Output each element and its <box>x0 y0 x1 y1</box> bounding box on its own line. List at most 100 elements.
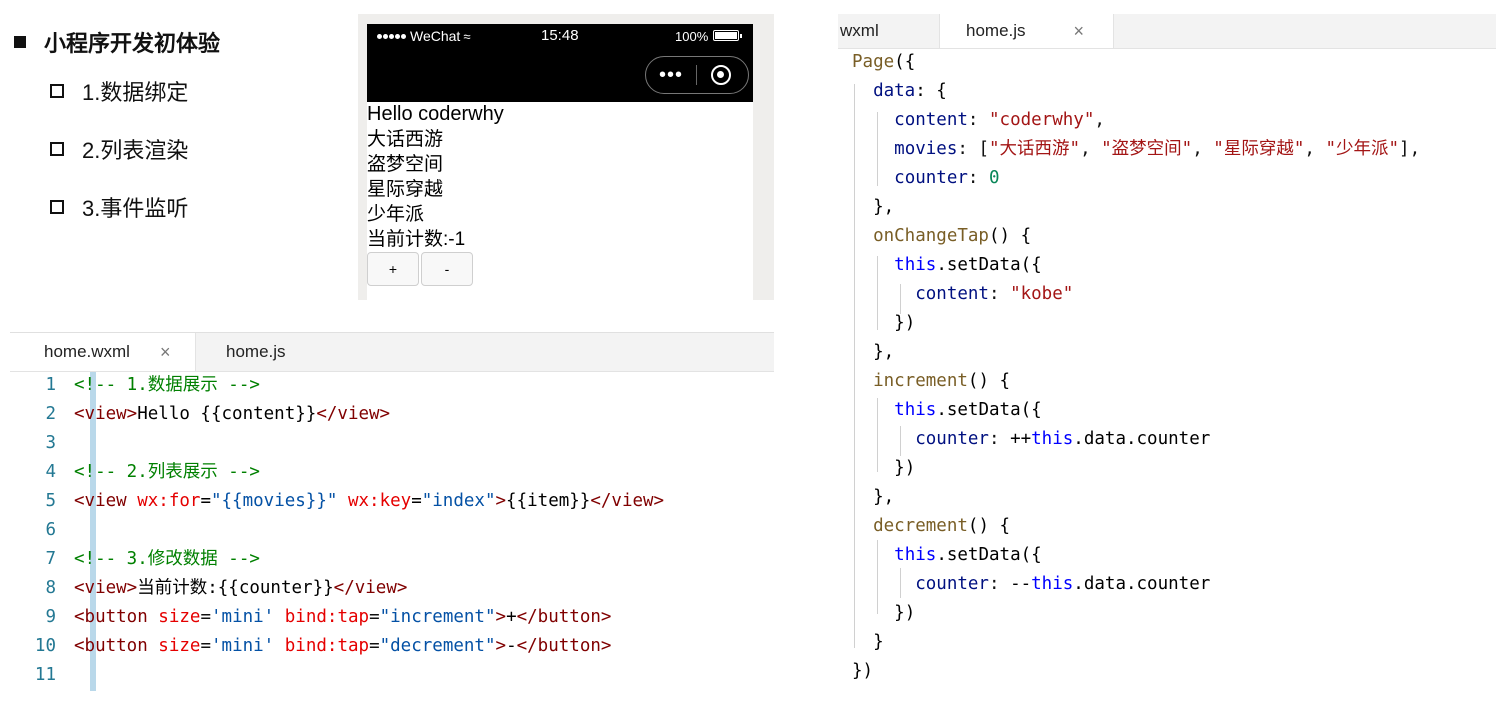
movie-item: 星际穿越 <box>367 179 444 200</box>
code-punct: } <box>873 632 884 652</box>
code-punct: () { <box>967 516 1011 536</box>
code-punct: () { <box>988 226 1032 246</box>
code-key: content <box>894 110 968 130</box>
outline-item-label: 1.数据绑定 <box>82 80 189 105</box>
code-line: counter: ++this.data.counter <box>915 429 1211 449</box>
signal-dot-icon <box>383 33 388 39</box>
code-punct: = <box>411 491 422 511</box>
code-comment: <!-- 1.数据展示 --> <box>74 375 260 395</box>
code-attr: bind:tap <box>284 607 370 627</box>
hollow-square-bullet-icon <box>50 200 64 214</box>
code-line: 5 <view wx:for="{{movies}}" wx:key="index… <box>20 487 664 516</box>
js-code[interactable]: Page({ data: { content: "coderwhy", movi… <box>852 48 1420 686</box>
code-tag: <button <box>74 607 159 627</box>
code-line: 3 <box>20 429 664 458</box>
code-line: }) <box>852 309 1420 338</box>
code-comment: <!-- 2.列表展示 --> <box>74 462 260 482</box>
tab-home-js[interactable]: home.js <box>196 333 316 371</box>
code-attr: bind:tap <box>284 636 370 656</box>
code-punct: = <box>200 491 211 511</box>
code-line: 8 <view>当前计数:{{counter}}</view> <box>20 574 664 603</box>
code-comment: <!-- 3.修改数据 --> <box>74 549 260 569</box>
tab-home-js[interactable]: home.js × <box>940 14 1114 48</box>
code-operator: ++ <box>1010 429 1032 449</box>
code-tag: <view> <box>74 578 138 598</box>
code-text: {{item}} <box>506 491 591 511</box>
code-line: content: "coderwhy", <box>894 110 1105 130</box>
code-tag: <button <box>74 636 159 656</box>
close-icon[interactable]: × <box>160 342 171 363</box>
outline-title-text: 小程序开发初体验 <box>44 31 221 56</box>
line-number: 4 <box>45 462 56 482</box>
code-keyword: this <box>1031 574 1074 594</box>
code-punct: }, <box>873 342 895 362</box>
code-key: counter <box>915 429 989 449</box>
code-tag: <view <box>74 491 138 511</box>
code-tag: </view> <box>333 578 408 598</box>
tab-label: home.js <box>966 21 1026 40</box>
movie-item: 盗梦空间 <box>367 154 444 175</box>
code-keyword: this <box>894 255 937 275</box>
code-string: "index" <box>421 491 496 511</box>
code-keyword: this <box>894 545 937 565</box>
decrement-button[interactable]: - <box>421 252 473 286</box>
line-number: 5 <box>45 491 56 511</box>
tab-home-wxml[interactable]: wxml <box>838 14 940 48</box>
code-line: 6 <box>20 516 664 545</box>
code-function: increment <box>873 371 968 391</box>
signal-dot-icon <box>395 33 400 39</box>
outline-item-label: 3.事件监听 <box>82 196 189 221</box>
code-keyword: this <box>894 400 937 420</box>
code-line: Page({ <box>852 48 1420 77</box>
editor-tab-bar: home.wxml × home.js <box>10 333 774 372</box>
code-punct: }) <box>852 661 874 681</box>
code-text: + <box>506 607 517 627</box>
outline-item: 1.数据绑定 <box>10 62 340 120</box>
code-key: content <box>915 284 989 304</box>
slide-outline: 小程序开发初体验 1.数据绑定 2.列表渲染 3.事件监听 <box>10 22 340 236</box>
counter-text: 当前计数:-1 <box>367 229 466 250</box>
code-line: data: { <box>852 77 1420 106</box>
code-line: }) <box>852 657 1420 686</box>
close-miniprogram-icon[interactable] <box>711 65 731 85</box>
code-line: increment() { <box>852 367 1420 396</box>
tab-label: home.js <box>226 342 286 361</box>
code-punct: }, <box>873 197 895 217</box>
code-line: counter: 0 <box>894 168 1000 188</box>
line-number: 2 <box>45 404 56 424</box>
code-punct: }) <box>894 458 916 478</box>
more-icon[interactable]: ••• <box>646 65 696 85</box>
code-line: 9 <button size='mini' bind:tap="increment… <box>20 603 664 632</box>
code-line: movies: ["大话西游", "盗梦空间", "星际穿越", "少年派"], <box>894 139 1421 159</box>
close-icon[interactable]: × <box>1074 21 1085 42</box>
wxml-editor: home.wxml × home.js 1 <!-- 1.数据展示 --> 2 <v… <box>10 332 774 691</box>
movie-item: 大话西游 <box>367 129 444 150</box>
code-string: "盗梦空间" <box>1101 139 1193 159</box>
code-tag: </button> <box>516 636 612 656</box>
editor-tab-bar: wxml home.js × <box>838 14 1496 49</box>
code-line: 1 <!-- 1.数据展示 --> <box>20 371 664 400</box>
code-call: .setData({ <box>936 545 1042 565</box>
code-line: onChangeTap() { <box>852 222 1420 251</box>
code-tag: > <box>495 491 507 511</box>
code-keyword: this <box>1031 429 1074 449</box>
wifi-icon: ≈ <box>463 28 471 44</box>
code-line: 11 <box>20 661 664 690</box>
tab-home-wxml[interactable]: home.wxml × <box>10 333 196 371</box>
code-punct: }) <box>894 313 916 333</box>
wxml-code[interactable]: 1 <!-- 1.数据展示 --> 2 <view>Hello {{content}… <box>20 371 664 690</box>
code-key: movies <box>894 139 958 159</box>
code-punct: }) <box>894 603 916 623</box>
code-tag: </view> <box>590 491 665 511</box>
signal-dot-icon <box>389 33 394 39</box>
simulator-frame: WeChat ≈ 15:48 100% ••• Hello coderwhy 大… <box>358 14 774 300</box>
code-string: 'mini' <box>211 607 275 627</box>
code-number: 0 <box>989 168 1000 188</box>
code-tag: </view> <box>316 404 391 424</box>
code-member: .data.counter <box>1073 429 1211 449</box>
greeting-text: Hello coderwhy <box>367 103 504 125</box>
increment-button[interactable]: + <box>367 252 419 286</box>
navigation-bar: WeChat ≈ 15:48 100% ••• <box>367 24 753 102</box>
signal-dot-icon <box>401 33 406 39</box>
code-string: "{{movies}}" <box>210 491 338 511</box>
